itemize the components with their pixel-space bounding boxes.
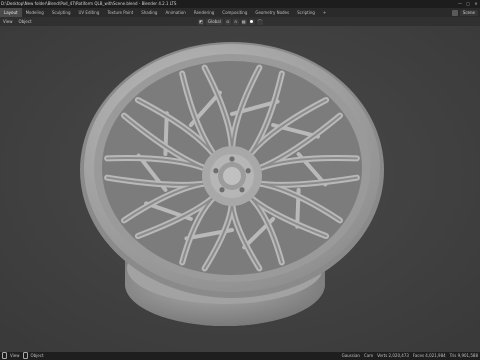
transform-tools: ◩ Global ⊙ ∩ ▦ ⌒ bbox=[198, 17, 263, 26]
tab-animation[interactable]: Animation bbox=[161, 8, 189, 17]
tab-rendering[interactable]: Rendering bbox=[190, 8, 218, 17]
magnet-icon[interactable]: ∩ bbox=[232, 18, 239, 25]
tab-shading[interactable]: Shading bbox=[137, 8, 161, 17]
status-view-hint: View bbox=[10, 353, 20, 358]
status-item: Tris 9,901,588 bbox=[449, 353, 478, 358]
minimize-button[interactable]: — bbox=[456, 0, 464, 8]
status-item: Cam bbox=[363, 353, 374, 358]
maximize-button[interactable]: ▢ bbox=[464, 0, 472, 8]
lug-nut bbox=[229, 156, 235, 162]
transform-orientation-dropdown[interactable]: Global bbox=[206, 18, 223, 25]
scene-icon[interactable] bbox=[451, 9, 458, 16]
mouse-icon bbox=[2, 352, 7, 359]
tab-uv-editing[interactable]: UV Editing bbox=[75, 8, 104, 17]
status-bar: View Object Gaussian Cam Verts 2,020,473… bbox=[0, 352, 480, 360]
add-workspace-button[interactable]: + bbox=[319, 8, 330, 17]
status-item: Verts 2,020,473 bbox=[377, 353, 409, 358]
lug-nut bbox=[219, 187, 225, 193]
status-object-hint: Object bbox=[30, 353, 44, 358]
wheel-render bbox=[0, 26, 480, 352]
tab-geometry-nodes[interactable]: Geometry Nodes bbox=[251, 8, 293, 17]
tab-sculpting[interactable]: Sculpting bbox=[48, 8, 75, 17]
tab-texture-paint[interactable]: Texture Paint bbox=[103, 8, 137, 17]
snap-target-icon[interactable]: ▦ bbox=[240, 18, 247, 25]
lug-nut bbox=[213, 168, 219, 174]
object-mode-icon[interactable]: ◩ bbox=[198, 18, 204, 25]
close-button[interactable]: ✕ bbox=[472, 0, 480, 8]
object-menu[interactable]: Object bbox=[16, 17, 35, 26]
window-titlebar: D:\Desktop\New folder\Blend\Pod_47\Rotif… bbox=[0, 0, 480, 8]
scene-name-field[interactable]: Scene bbox=[459, 9, 478, 16]
scene-selector: Scene bbox=[451, 8, 480, 17]
viewport-header: View Object ◩ Global ⊙ ∩ ▦ ⌒ bbox=[0, 17, 480, 26]
tab-layout[interactable]: Layout bbox=[0, 8, 22, 17]
pivot-icon[interactable]: ⊙ bbox=[224, 18, 231, 25]
view-menu[interactable]: View bbox=[0, 17, 16, 26]
status-item: Gaussian bbox=[341, 353, 360, 358]
falloff-icon[interactable]: ⌒ bbox=[256, 18, 263, 25]
workspace-tabs: Layout Modeling Sculpting UV Editing Tex… bbox=[0, 8, 480, 17]
lug-nut bbox=[245, 168, 251, 174]
tab-scripting[interactable]: Scripting bbox=[293, 8, 319, 17]
3d-viewport[interactable] bbox=[0, 26, 480, 352]
tab-modeling[interactable]: Modeling bbox=[22, 8, 48, 17]
window-title: D:\Desktop\New folder\Blend\Pod_47\Rotif… bbox=[1, 1, 177, 6]
circle-dot-icon[interactable] bbox=[248, 18, 255, 25]
status-item: Faces 4,021,984 bbox=[412, 353, 446, 358]
tab-compositing[interactable]: Compositing bbox=[218, 8, 251, 17]
mouse-icon bbox=[22, 352, 28, 359]
lug-nut bbox=[239, 187, 245, 193]
